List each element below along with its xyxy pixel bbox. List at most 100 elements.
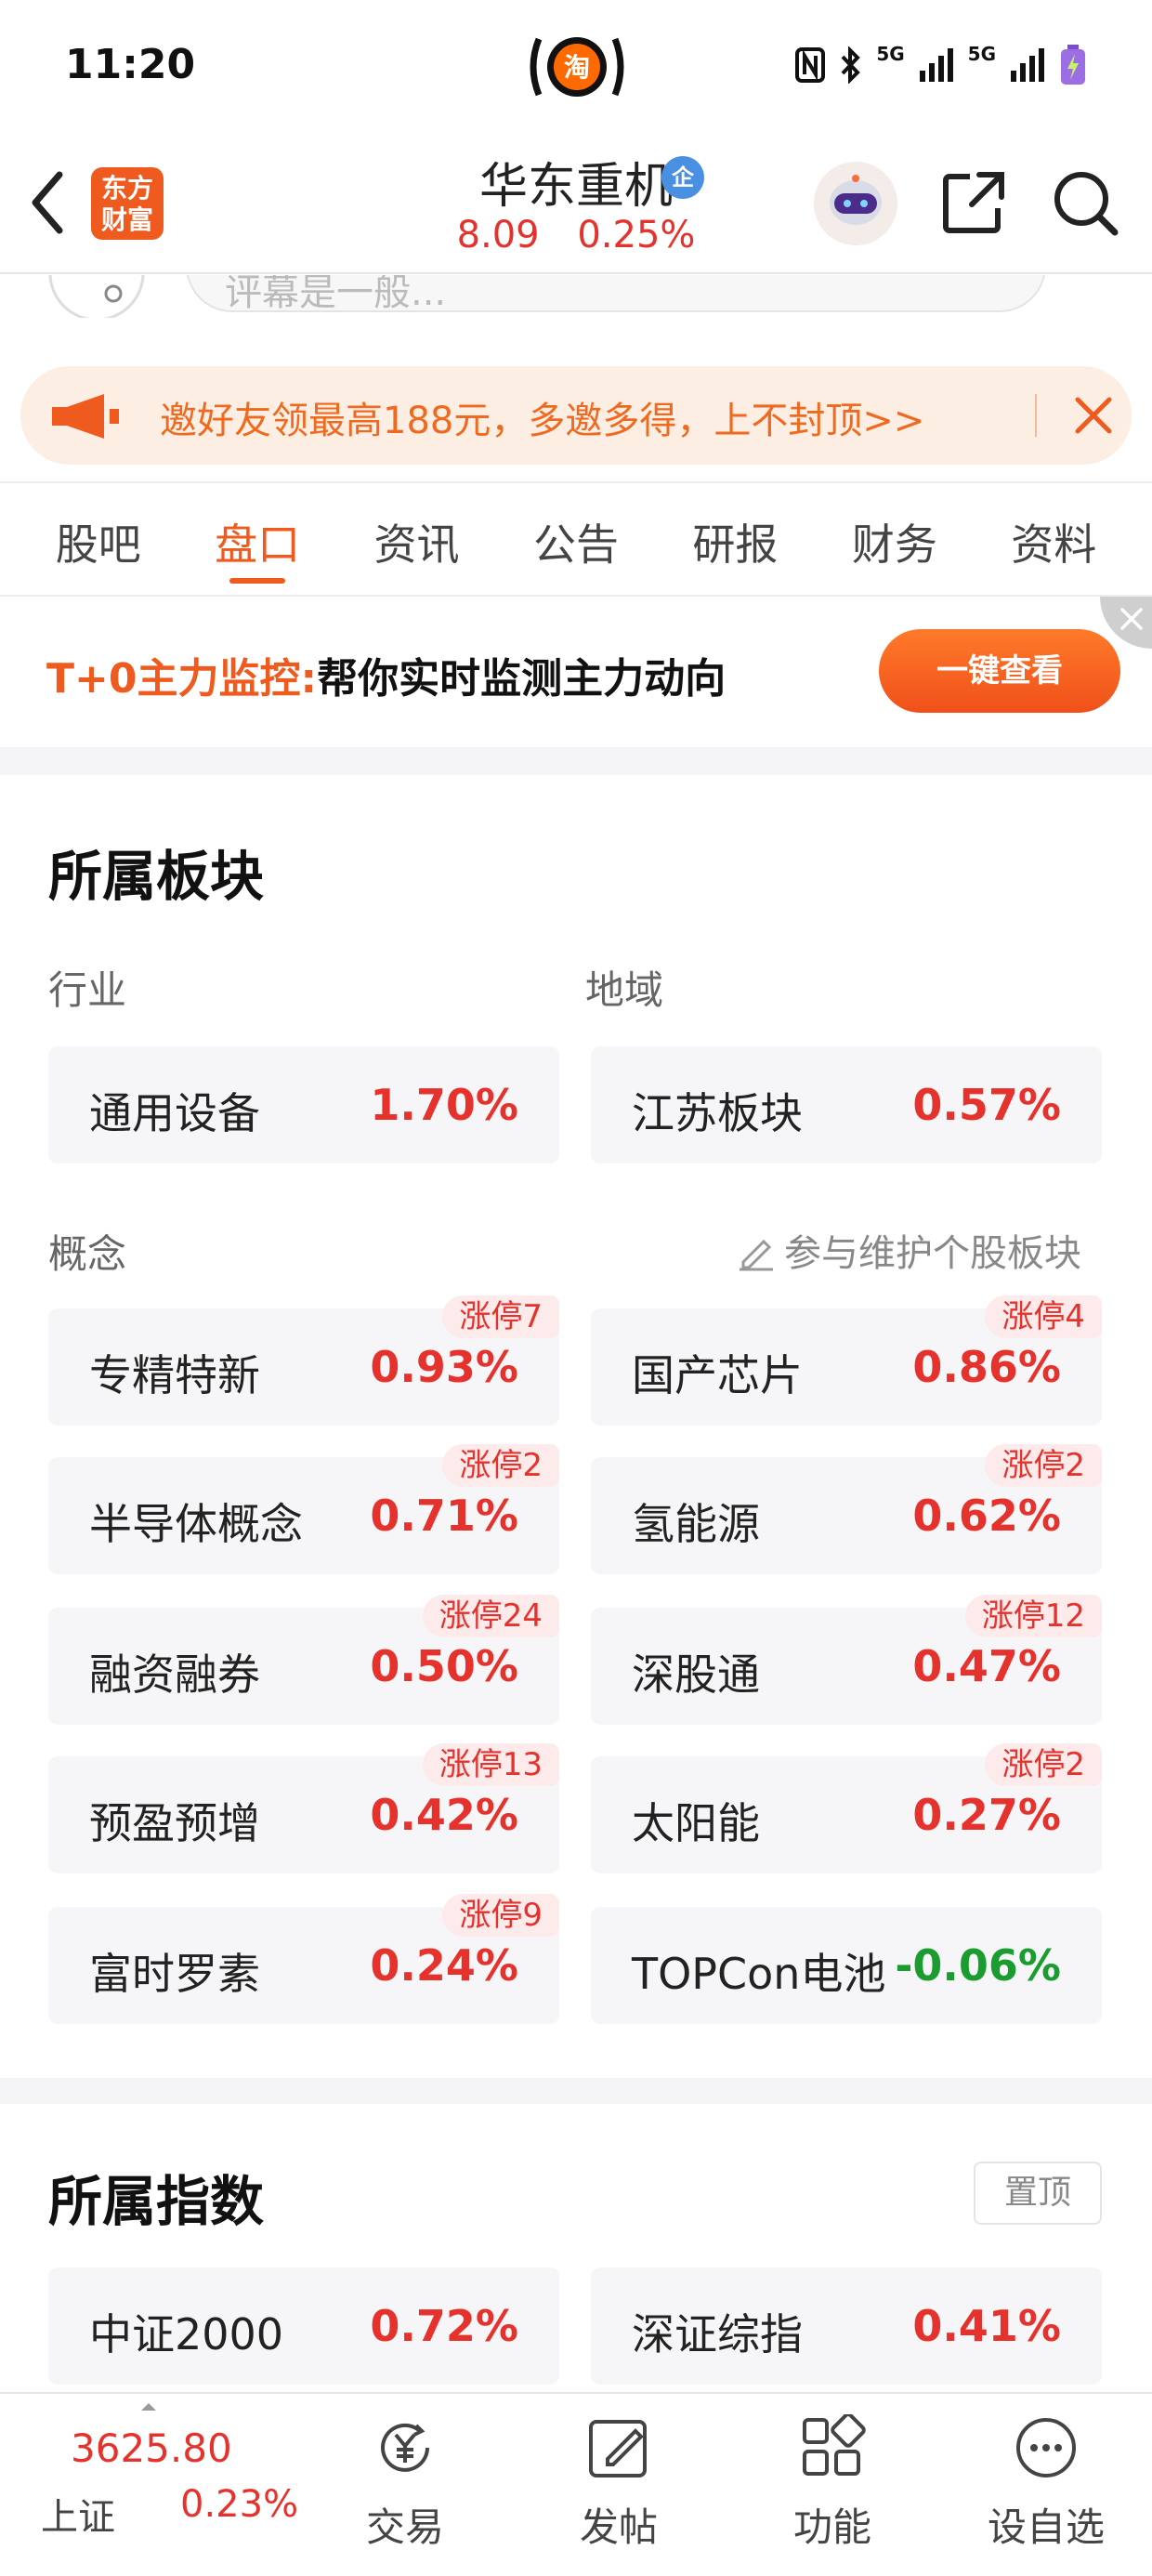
concept-pct: 0.86% xyxy=(912,1342,1061,1392)
concept-name: 氢能源 xyxy=(632,1499,760,1549)
section-gap xyxy=(0,747,1152,775)
concept-card[interactable]: 国产芯片 0.86% 涨停4 xyxy=(591,1295,1102,1426)
concept-pct: 0.62% xyxy=(912,1491,1061,1541)
index-pct: 0.72% xyxy=(370,2301,518,2351)
view-now-button[interactable]: 一键查看 xyxy=(879,629,1120,713)
ai-robot-icon[interactable] xyxy=(814,162,897,245)
close-icon[interactable] xyxy=(1070,392,1117,439)
concept-label: 概念 xyxy=(48,1231,127,1277)
concept-card[interactable]: TOPCon电池 -0.06% xyxy=(591,1907,1102,2024)
index-change-pct: 0.23% xyxy=(180,2483,299,2526)
market-index-widget[interactable]: 3625.80 上证 0.23% xyxy=(0,2394,334,2576)
hidden-search-row: 评幕是一般... xyxy=(48,275,1104,318)
tab-guba[interactable]: 股吧 xyxy=(29,502,168,595)
section-gap xyxy=(0,2078,1152,2104)
battery-charging-icon xyxy=(1061,45,1085,85)
concept-name: TOPCon电池 xyxy=(632,1949,886,1999)
indices-title: 所属指数 xyxy=(48,2170,265,2233)
concept-card[interactable]: 半导体概念 0.71% 涨停2 xyxy=(48,1444,559,1574)
nav-post[interactable]: 发帖 xyxy=(526,2394,712,2576)
more-icon xyxy=(1016,2418,1076,2477)
t0-monitor-ad[interactable]: T+0主力监控:帮你实时监测主力动向 一键查看 xyxy=(0,597,1152,747)
limit-up-badge: 涨停7 xyxy=(442,1295,559,1338)
limit-up-badge: 涨停2 xyxy=(985,1444,1102,1487)
tab-finance[interactable]: 财务 xyxy=(825,502,964,595)
limit-up-badge: 涨停12 xyxy=(964,1595,1102,1637)
status-time: 11:20 xyxy=(65,41,196,88)
tab-news[interactable]: 资讯 xyxy=(347,502,487,595)
tab-bar: 股吧 盘口 资讯 公告 研报 财务 资料 xyxy=(0,502,1152,595)
gear-icon[interactable] xyxy=(48,275,145,318)
limit-up-badge: 涨停2 xyxy=(442,1444,559,1487)
concept-card[interactable]: 深股通 0.47% 涨停12 xyxy=(591,1595,1102,1725)
status-icons: 5G 5G xyxy=(794,41,1087,89)
edit-icon xyxy=(589,2420,647,2477)
5g-signal-icon xyxy=(919,48,953,82)
share-icon[interactable] xyxy=(938,167,1009,238)
edit-icon xyxy=(740,1239,773,1271)
limit-up-badge: 涨停9 xyxy=(442,1894,559,1937)
industry-label: 行业 xyxy=(48,967,127,1013)
svg-text:淘: 淘 xyxy=(564,52,590,83)
industry-card[interactable]: 通用设备 1.70% xyxy=(48,1046,559,1163)
concept-card[interactable]: 太阳能 0.27% 涨停2 xyxy=(591,1743,1102,1873)
concept-name: 专精特新 xyxy=(89,1350,260,1400)
invite-banner[interactable]: 邀好友领最高188元，多邀多得，上不封顶>> xyxy=(20,366,1132,465)
index-name: 中证2000 xyxy=(89,2309,284,2359)
concept-card[interactable]: 融资融券 0.50% 涨停24 xyxy=(48,1595,559,1725)
index-name: 深证综指 xyxy=(632,2309,803,2359)
tab-profile[interactable]: 资料 xyxy=(984,502,1123,595)
concept-pct: 0.71% xyxy=(370,1491,518,1541)
index-card[interactable]: 中证2000 0.72% xyxy=(48,2267,559,2385)
comment-input[interactable]: 评幕是一般... xyxy=(186,275,1046,314)
5g-label: 5G xyxy=(967,43,996,65)
concept-card[interactable]: 氢能源 0.62% 涨停2 xyxy=(591,1444,1102,1574)
nav-add-watchlist[interactable]: 设自选 xyxy=(953,2394,1139,2576)
nav-post-label: 发帖 xyxy=(579,2504,658,2550)
concept-card[interactable]: 专精特新 0.93% 涨停7 xyxy=(48,1295,559,1426)
concept-pct: -0.06% xyxy=(895,1940,1061,1991)
invite-divider xyxy=(1035,394,1037,437)
industry-pct: 1.70% xyxy=(370,1080,518,1130)
region-pct: 0.57% xyxy=(912,1080,1061,1130)
index-value: 3625.80 xyxy=(71,2425,232,2471)
concept-name: 预盈预增 xyxy=(89,1798,260,1848)
stock-price: 8.09 xyxy=(456,214,540,256)
nav-functions-label: 功能 xyxy=(792,2504,871,2550)
concept-name: 国产芯片 xyxy=(632,1350,803,1400)
pin-top-button[interactable]: 置顶 xyxy=(974,2162,1102,2225)
concept-card[interactable]: 富时罗素 0.24% 涨停9 xyxy=(48,1894,559,2024)
bottom-nav: 3625.80 上证 0.23% 交易 发帖 功能 设自选 xyxy=(0,2392,1152,2576)
status-bar: 11:20 淘 5G 5G xyxy=(0,0,1152,139)
concept-pct: 0.42% xyxy=(370,1790,518,1840)
comment-placeholder: 评幕是一般... xyxy=(225,275,447,314)
stock-name-text: 华东重机 xyxy=(478,159,673,215)
nfc-icon xyxy=(795,47,826,83)
region-card[interactable]: 江苏板块 0.57% xyxy=(591,1046,1102,1163)
index-card[interactable]: 深证综指 0.41% xyxy=(591,2267,1102,2385)
concept-pct: 0.93% xyxy=(370,1342,518,1392)
megaphone-icon xyxy=(52,394,119,439)
enterprise-badge: 企 xyxy=(661,156,704,199)
search-icon[interactable] xyxy=(1050,167,1120,238)
tab-research[interactable]: 研报 xyxy=(665,502,805,595)
ad-title: T+0主力监控: xyxy=(46,655,318,703)
region-label: 地域 xyxy=(585,967,664,1013)
limit-up-badge: 涨停24 xyxy=(422,1595,559,1637)
concept-pct: 0.24% xyxy=(370,1940,518,1991)
nav-trade[interactable]: 交易 xyxy=(312,2394,498,2576)
limit-up-badge: 涨停13 xyxy=(422,1743,559,1786)
index-pct: 0.41% xyxy=(912,2301,1061,2351)
stock-change-pct: 0.25% xyxy=(577,214,696,256)
concept-pct: 0.50% xyxy=(370,1641,518,1691)
tab-pankou[interactable]: 盘口 xyxy=(188,502,327,595)
tab-announcements[interactable]: 公告 xyxy=(506,502,646,595)
maintain-sectors-link[interactable]: 参与维护个股板块 xyxy=(736,1223,1081,1277)
bluetooth-icon xyxy=(841,46,861,84)
close-icon xyxy=(1120,608,1143,630)
nav-functions[interactable]: 功能 xyxy=(740,2394,925,2576)
index-name-label: 上证 xyxy=(41,2496,115,2539)
industry-name: 通用设备 xyxy=(89,1088,260,1138)
concept-card[interactable]: 预盈预增 0.42% 涨停13 xyxy=(48,1743,559,1873)
sectors-title: 所属板块 xyxy=(48,845,265,908)
